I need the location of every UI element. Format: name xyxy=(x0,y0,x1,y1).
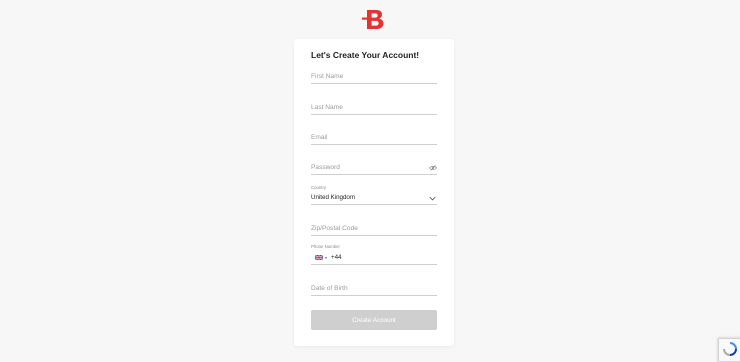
recaptcha-badge[interactable] xyxy=(718,338,740,362)
email-placeholder: Email xyxy=(311,134,328,141)
country-select[interactable]: United Kingdom xyxy=(311,190,437,205)
country-value: United Kingdom xyxy=(311,194,356,201)
signup-card: Let's Create Your Account! First Name La… xyxy=(294,39,454,346)
last-name-field[interactable]: Last Name xyxy=(311,100,437,115)
dob-placeholder: Date of Birth xyxy=(311,285,348,292)
uk-flag-icon[interactable] xyxy=(315,255,323,260)
zip-placeholder: Zip/Postal Code xyxy=(311,225,358,232)
first-name-placeholder: First Name xyxy=(311,73,344,80)
phone-label: Phone Number xyxy=(311,244,340,249)
email-field[interactable]: Email xyxy=(311,130,437,145)
phone-field[interactable]: +44 xyxy=(311,250,437,265)
first-name-field[interactable]: First Name xyxy=(311,69,437,84)
last-name-placeholder: Last Name xyxy=(311,104,343,111)
chevron-down-icon[interactable] xyxy=(429,196,436,201)
brand-logo xyxy=(362,10,384,29)
password-placeholder: Password xyxy=(311,164,340,171)
zip-field[interactable]: Zip/Postal Code xyxy=(311,221,437,236)
dial-code: +44 xyxy=(331,254,342,261)
create-account-button[interactable]: Create Account xyxy=(311,310,437,330)
eye-icon[interactable] xyxy=(429,165,437,171)
dob-field[interactable]: Date of Birth xyxy=(311,281,437,296)
recaptcha-icon xyxy=(723,342,737,356)
password-field[interactable]: Password xyxy=(311,160,437,175)
form-title: Let's Create Your Account! xyxy=(311,50,420,60)
flag-dropdown-caret[interactable] xyxy=(325,257,327,259)
